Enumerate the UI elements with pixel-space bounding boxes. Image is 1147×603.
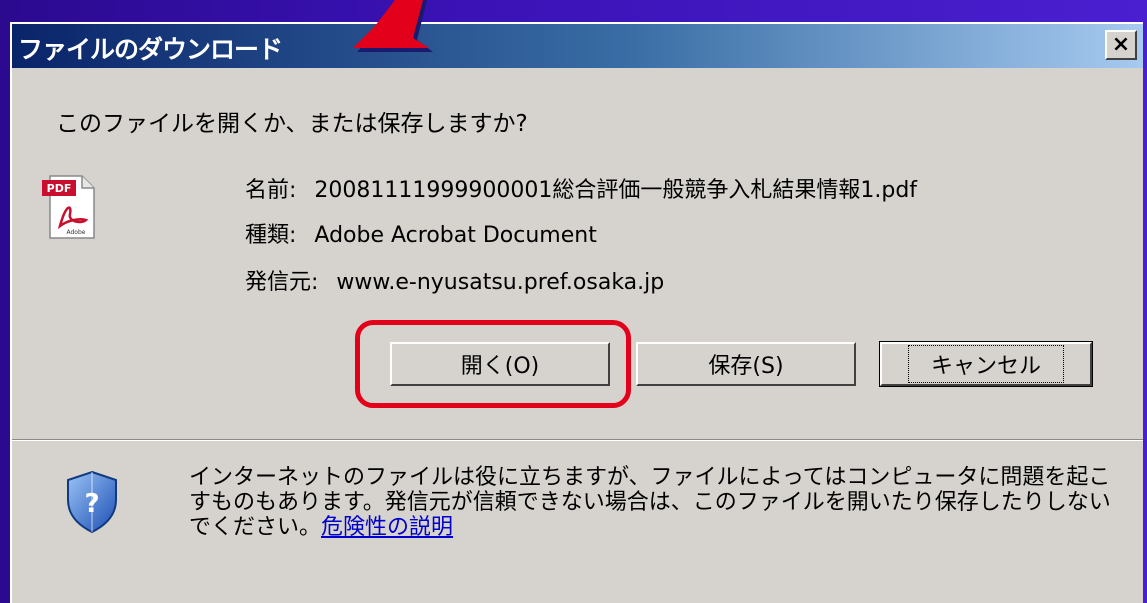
pdf-icon-sublabel: Adobe	[67, 229, 86, 236]
file-source-row: 発信元: www.e-nyusatsu.pref.osaka.jp	[245, 264, 664, 296]
file-type-row: 種類: Adobe Acrobat Document	[245, 217, 597, 249]
file-name-label: 名前:	[245, 178, 297, 203]
file-name-row: 名前: 20081111999900001総合評価一般競争入札結果情報1.pdf	[245, 172, 917, 204]
pdf-icon-label: PDF	[47, 182, 72, 195]
red-arrow-annotation	[353, 0, 433, 52]
cancel-button-label: キャンセル	[907, 345, 1064, 383]
close-icon: ×	[1111, 32, 1131, 57]
file-source-label: 発信元:	[245, 270, 319, 295]
download-question: このファイルを開くか、または保存しますか?	[56, 111, 528, 137]
shield-question-icon: ?	[67, 470, 117, 534]
svg-text:?: ?	[84, 489, 99, 519]
cancel-button[interactable]: キャンセル	[879, 341, 1093, 387]
close-button[interactable]: ×	[1105, 30, 1137, 60]
title-bar[interactable]: ファイルのダウンロード ×	[12, 24, 1143, 68]
pdf-file-icon: PDF Adobe	[42, 175, 95, 239]
separator	[12, 439, 1143, 441]
save-button[interactable]: 保存(S)	[636, 342, 856, 386]
risk-explanation-link[interactable]: 危険性の説明	[321, 515, 453, 540]
file-type-value: Adobe Acrobat Document	[314, 223, 597, 248]
file-name-value: 20081111999900001総合評価一般競争入札結果情報1.pdf	[314, 178, 918, 203]
file-download-dialog: ファイルのダウンロード × このファイルを開くか、または保存しますか? PDF …	[10, 22, 1143, 603]
open-button-highlight	[355, 320, 631, 408]
file-type-label: 種類:	[245, 223, 297, 248]
dialog-title: ファイルのダウンロード	[18, 35, 283, 64]
security-warning: インターネットのファイルは役に立ちますが、ファイルによってはコンピュータに問題を…	[189, 465, 1119, 540]
file-source-value: www.e-nyusatsu.pref.osaka.jp	[336, 270, 665, 295]
